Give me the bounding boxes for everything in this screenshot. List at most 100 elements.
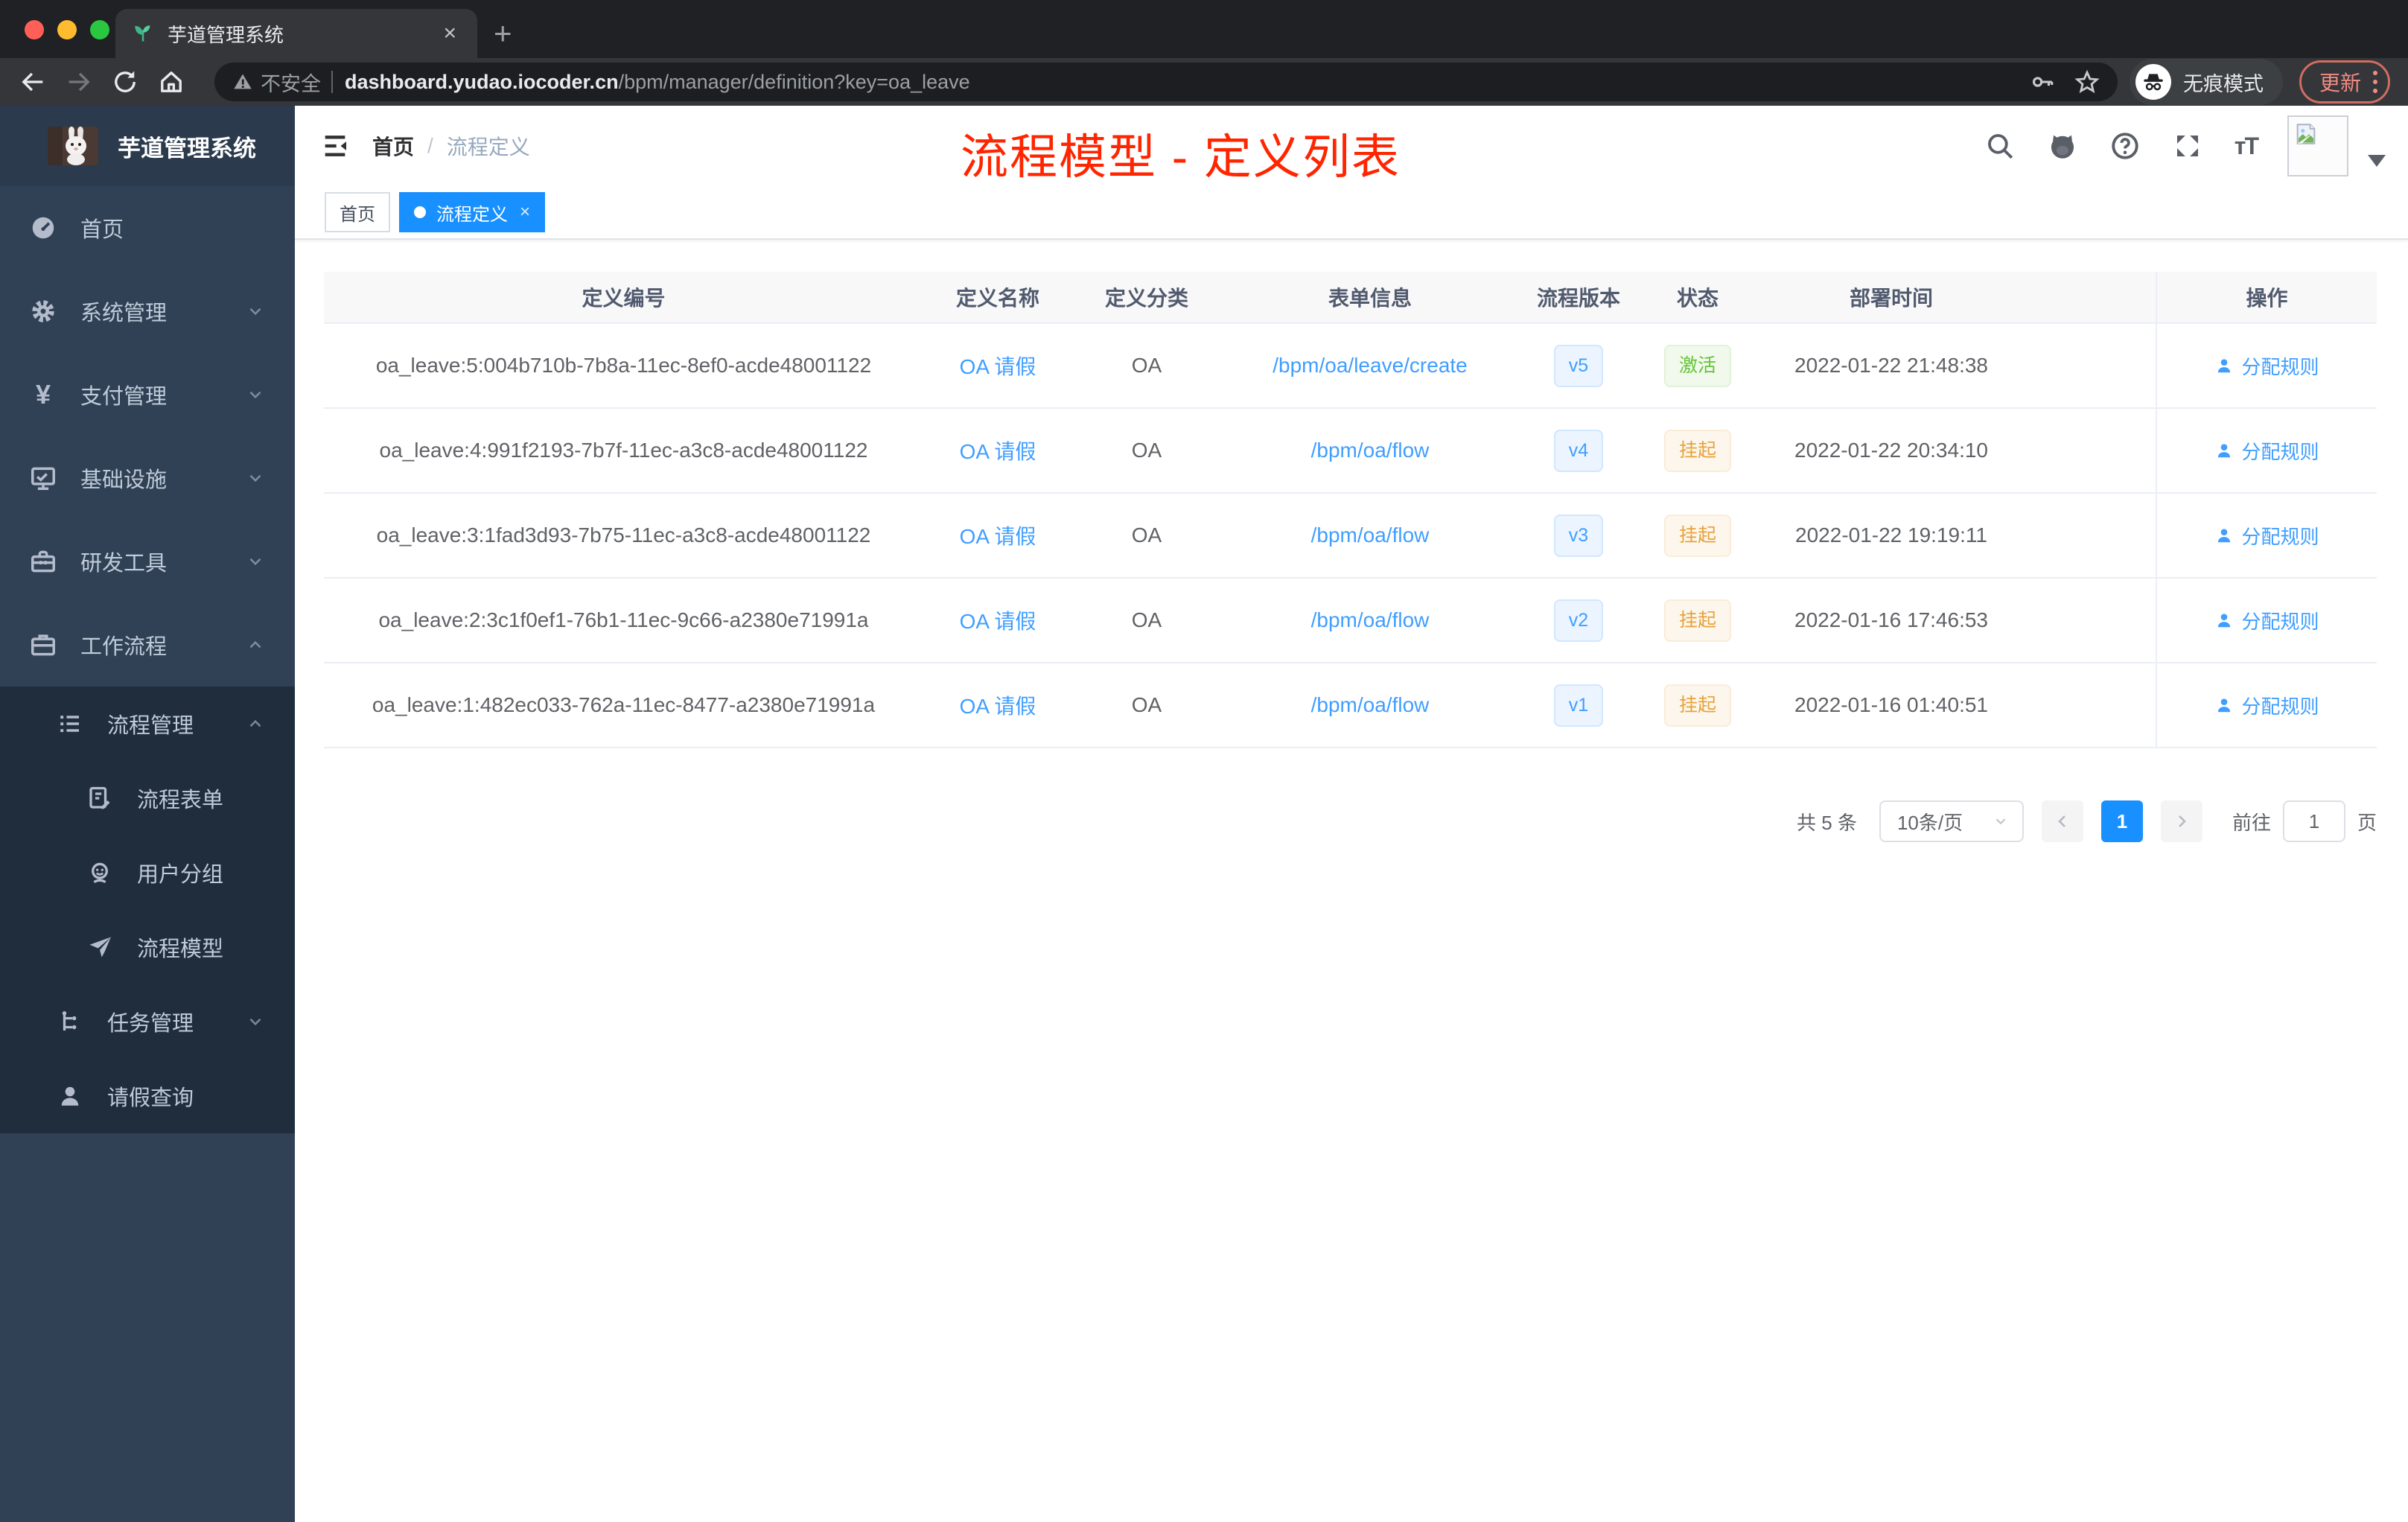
definition-name-link[interactable]: OA 请假 bbox=[960, 355, 1036, 378]
browser-menu-icon[interactable] bbox=[2373, 71, 2377, 93]
version-badge: v2 bbox=[1553, 599, 1604, 642]
definition-category: OA bbox=[1131, 523, 1162, 547]
form-document-icon bbox=[83, 782, 116, 815]
column-header: 定义名称 bbox=[955, 287, 1039, 310]
back-icon[interactable] bbox=[18, 67, 48, 97]
sidebar-logo[interactable]: 芋道管理系统 bbox=[0, 106, 295, 186]
font-size-icon[interactable]: ᴛT bbox=[2235, 133, 2259, 160]
reload-icon[interactable] bbox=[110, 67, 140, 97]
sidebar-item-user-group[interactable]: 用户分组 bbox=[0, 835, 295, 910]
fullscreen-icon[interactable] bbox=[2172, 130, 2203, 162]
form-link[interactable]: /bpm/oa/flow bbox=[1311, 693, 1430, 716]
search-icon[interactable] bbox=[1984, 130, 2016, 162]
breadcrumb-home[interactable]: 首页 bbox=[372, 131, 414, 161]
next-page-button[interactable] bbox=[2160, 800, 2202, 842]
definition-name-link[interactable]: OA 请假 bbox=[960, 610, 1036, 633]
workflow-submenu: 流程管理 流程表单 用户分组 流程模型 任务管理 请假查询 bbox=[0, 687, 295, 1133]
form-link[interactable]: /bpm/oa/flow bbox=[1311, 439, 1430, 462]
version-badge: v1 bbox=[1553, 684, 1604, 727]
sidebar-item-process-form[interactable]: 流程表单 bbox=[0, 761, 295, 835]
sidebar-item-task-management[interactable]: 任务管理 bbox=[0, 984, 295, 1059]
tag-process-definition[interactable]: 流程定义 × bbox=[399, 192, 546, 232]
table-row: oa_leave:1:482ec033-762a-11ec-8477-a2380… bbox=[324, 663, 2377, 748]
active-tag-dot bbox=[414, 206, 426, 218]
form-link[interactable]: /bpm/oa/flow bbox=[1311, 523, 1430, 547]
sidebar-item-devtools[interactable]: 研发工具 bbox=[0, 520, 295, 603]
new-tab-button[interactable]: + bbox=[494, 18, 512, 49]
status-badge: 挂起 bbox=[1663, 684, 1731, 727]
status-badge: 挂起 bbox=[1663, 429, 1731, 472]
tag-home[interactable]: 首页 bbox=[325, 192, 390, 232]
sidebar-item-leave-query[interactable]: 请假查询 bbox=[0, 1059, 295, 1133]
status-badge: 挂起 bbox=[1663, 599, 1731, 642]
sidebar-item-process-management[interactable]: 流程管理 bbox=[0, 687, 295, 761]
prev-page-button[interactable] bbox=[2041, 800, 2083, 842]
monitor-icon bbox=[27, 462, 60, 494]
goto-page-input[interactable] bbox=[2282, 800, 2345, 842]
security-warning-icon[interactable] bbox=[232, 71, 253, 92]
sidebar-item-system[interactable]: 系统管理 bbox=[0, 270, 295, 353]
assign-rule-link[interactable]: 分配规则 bbox=[2214, 692, 2319, 719]
tag-close-icon[interactable]: × bbox=[520, 202, 530, 223]
assign-rule-link[interactable]: 分配规则 bbox=[2214, 607, 2319, 634]
incognito-icon bbox=[2135, 64, 2171, 100]
sidebar-item-payment[interactable]: ¥ 支付管理 bbox=[0, 353, 295, 436]
security-warning-label[interactable]: 不安全 bbox=[261, 68, 321, 97]
definition-category: OA bbox=[1131, 354, 1162, 377]
definition-name-link[interactable]: OA 请假 bbox=[960, 440, 1036, 463]
url-host[interactable]: dashboard.yudao.iocoder.cn bbox=[345, 71, 619, 94]
help-icon[interactable] bbox=[2109, 130, 2141, 162]
page-number-button[interactable]: 1 bbox=[2100, 800, 2143, 842]
form-link[interactable]: /bpm/oa/flow bbox=[1311, 608, 1430, 631]
pagination: 共 5 条 10条/页 1 前往 页 bbox=[324, 800, 2377, 842]
sidebar-item-infrastructure[interactable]: 基础设施 bbox=[0, 436, 295, 520]
window-controls bbox=[25, 20, 109, 39]
page-size-select[interactable]: 10条/页 bbox=[1879, 800, 2024, 842]
sidebar-item-label: 流程模型 bbox=[137, 937, 224, 961]
home-icon[interactable] bbox=[156, 67, 186, 97]
github-icon[interactable] bbox=[2047, 130, 2078, 162]
column-header: 状态 bbox=[1676, 287, 1719, 310]
yen-icon: ¥ bbox=[35, 379, 51, 410]
tag-label: 首页 bbox=[340, 204, 375, 225]
address-bar[interactable]: 不安全 dashboard.yudao.iocoder.cn /bpm/mana… bbox=[214, 63, 2118, 101]
version-badge: v5 bbox=[1553, 344, 1604, 387]
assign-rule-link[interactable]: 分配规则 bbox=[2214, 352, 2319, 380]
tab-close-icon[interactable]: × bbox=[439, 22, 461, 45]
chevron-down-icon bbox=[249, 391, 261, 399]
window-minimize-button[interactable] bbox=[57, 20, 77, 39]
bookmark-star-icon[interactable] bbox=[2074, 69, 2100, 95]
definition-name-link[interactable]: OA 请假 bbox=[960, 525, 1036, 548]
assign-rule-link[interactable]: 分配规则 bbox=[2214, 522, 2319, 550]
definition-table: 定义编号 定义名称 定义分类 表单信息 流程版本 状态 部署时间 操作 oa_l… bbox=[324, 272, 2377, 748]
window-close-button[interactable] bbox=[25, 20, 44, 39]
password-key-icon[interactable] bbox=[2030, 69, 2055, 95]
definition-name-link[interactable]: OA 请假 bbox=[960, 695, 1036, 718]
assign-rule-link[interactable]: 分配规则 bbox=[2214, 437, 2319, 465]
forward-icon[interactable] bbox=[64, 67, 94, 97]
avatar[interactable] bbox=[2287, 115, 2348, 176]
url-path[interactable]: /bpm/manager/definition?key=oa_leave bbox=[619, 71, 2030, 94]
form-link[interactable]: /bpm/oa/leave/create bbox=[1273, 354, 1468, 377]
browser-update-button[interactable]: 更新 bbox=[2299, 60, 2390, 104]
sidebar-item-label: 首页 bbox=[80, 218, 124, 242]
sidebar-item-home[interactable]: 首页 bbox=[0, 186, 295, 270]
user-icon bbox=[2218, 529, 2231, 543]
window-zoom-button[interactable] bbox=[90, 20, 109, 39]
chevron-down-icon bbox=[249, 1018, 261, 1026]
column-header: 定义分类 bbox=[1104, 287, 1188, 310]
select-caret-icon bbox=[1995, 818, 2006, 825]
table-row: oa_leave:2:3c1f0ef1-76b1-11ec-9c66-a2380… bbox=[324, 579, 2377, 663]
gear-icon bbox=[27, 295, 60, 328]
browser-tab[interactable]: 芋道管理系统 × bbox=[115, 9, 477, 58]
tags-view-bar: 首页 流程定义 × bbox=[295, 186, 2408, 240]
table-row: oa_leave:4:991f2193-7b7f-11ec-a3c8-acde4… bbox=[324, 409, 2377, 494]
sidebar: 芋道管理系统 首页 系统管理 ¥ 支付管理 基础设施 研发工具 工作流程 流程管… bbox=[0, 106, 295, 1522]
sidebar-item-label: 支付管理 bbox=[80, 385, 168, 409]
breadcrumb-separator: / bbox=[427, 134, 433, 157]
sidebar-item-workflow[interactable]: 工作流程 bbox=[0, 603, 295, 687]
sidebar-item-process-model[interactable]: 流程模型 bbox=[0, 910, 295, 984]
hamburger-icon[interactable] bbox=[320, 131, 350, 161]
table-row: oa_leave:5:004b710b-7b8a-11ec-8ef0-acde4… bbox=[324, 324, 2377, 409]
avatar-dropdown-caret-icon[interactable] bbox=[2368, 155, 2386, 167]
